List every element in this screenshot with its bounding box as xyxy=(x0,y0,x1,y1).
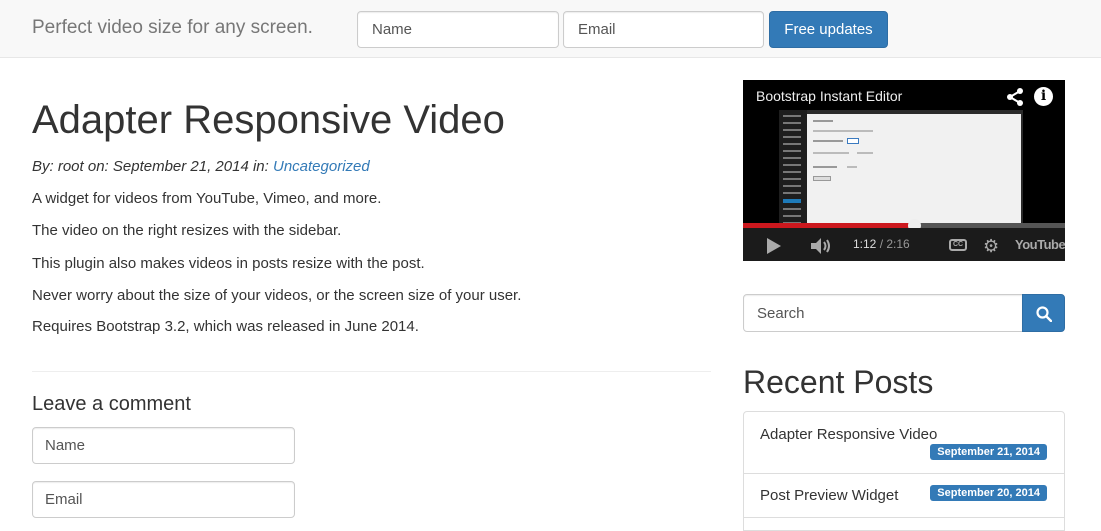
date-badge: September 21, 2014 xyxy=(930,444,1047,460)
post-title: Adapter Responsive Video xyxy=(32,98,505,142)
content-divider xyxy=(32,371,711,372)
post-paragraph: Requires Bootstrap 3.2, which was releas… xyxy=(32,318,419,335)
navbar-email-input[interactable] xyxy=(563,11,764,48)
video-controls: 1:12 / 2:16 CC ⚙ YouTube xyxy=(743,228,1065,261)
post-paragraph: This plugin also makes videos in posts r… xyxy=(32,255,425,272)
video-title[interactable]: Bootstrap Instant Editor xyxy=(756,88,902,104)
video-frame-sidebar xyxy=(779,110,807,232)
recent-post-link[interactable]: Adapter Responsive Video xyxy=(760,426,937,443)
video-frame xyxy=(779,110,1023,232)
search-button[interactable] xyxy=(1022,294,1065,332)
free-updates-button[interactable]: Free updates xyxy=(769,11,888,48)
post-paragraph: A widget for videos from YouTube, Vimeo,… xyxy=(32,190,382,207)
list-item[interactable]: Adapter Responsive Video September 21, 2… xyxy=(744,412,1064,474)
video-time-separator: / xyxy=(876,237,887,251)
recent-posts-list: Adapter Responsive Video September 21, 2… xyxy=(743,411,1065,531)
play-icon[interactable] xyxy=(767,238,781,254)
date-badge: September 20, 2014 xyxy=(930,485,1047,501)
navbar-brand[interactable]: Perfect video size for any screen. xyxy=(32,17,313,39)
list-item[interactable]: Post Preview Widget September 20, 2014 xyxy=(744,474,1064,518)
category-link[interactable]: Uncategorized xyxy=(273,158,370,175)
info-icon[interactable]: i xyxy=(1034,87,1053,106)
youtube-logo[interactable]: YouTube xyxy=(1015,237,1065,252)
video-player[interactable]: Bootstrap Instant Editor i 1:12 / 2:16 C… xyxy=(743,80,1065,261)
video-current-time: 1:12 xyxy=(853,237,877,251)
comment-email-input[interactable] xyxy=(32,481,295,518)
recent-post-link[interactable]: Post Preview Widget xyxy=(760,487,898,504)
recent-posts-heading: Recent Posts xyxy=(743,364,934,400)
volume-icon[interactable] xyxy=(811,238,833,254)
post-paragraph: Never worry about the size of your video… xyxy=(32,287,522,304)
cc-icon[interactable]: CC xyxy=(949,239,967,251)
share-icon[interactable] xyxy=(1006,88,1024,106)
post-meta-text: By: root on: September 21, 2014 in: xyxy=(32,158,269,175)
comment-heading: Leave a comment xyxy=(32,393,191,415)
video-time: 1:12 / 2:16 xyxy=(853,237,910,251)
comment-name-input[interactable] xyxy=(32,427,295,464)
gear-icon[interactable]: ⚙ xyxy=(983,236,999,257)
post-paragraph: The video on the right resizes with the … xyxy=(32,222,342,239)
top-navbar: Perfect video size for any screen. Free … xyxy=(0,0,1101,58)
video-frame-content xyxy=(807,114,1021,230)
post-meta: By: root on: September 21, 2014 in: Unca… xyxy=(32,158,370,175)
navbar-name-input[interactable] xyxy=(357,11,559,48)
search-input[interactable] xyxy=(743,294,1023,332)
search-icon xyxy=(1036,306,1052,322)
video-duration: 2:16 xyxy=(886,237,910,251)
